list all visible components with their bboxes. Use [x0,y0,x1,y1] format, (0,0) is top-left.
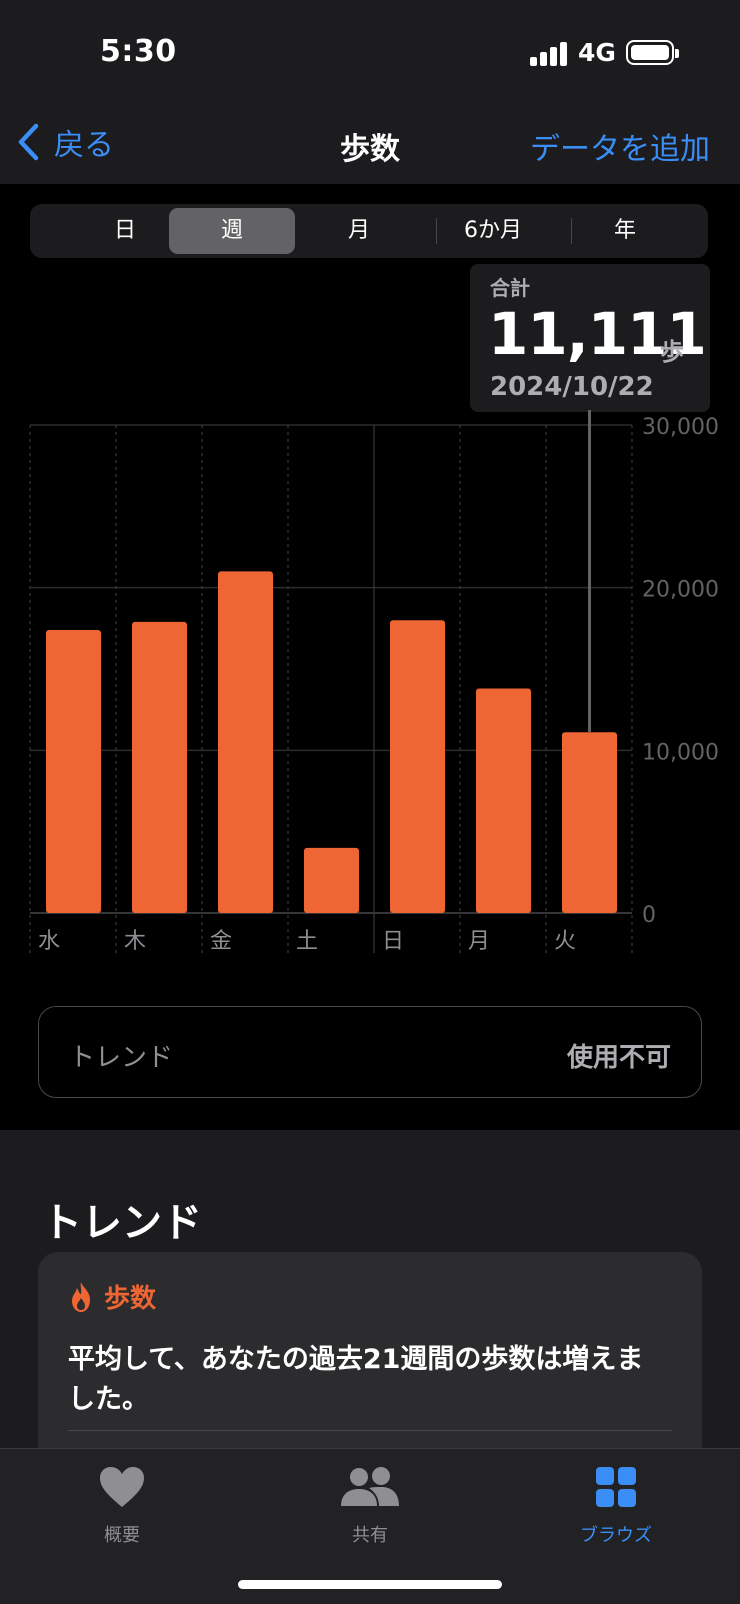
segment-month[interactable]: 月 [296,208,422,254]
bar [304,847,359,913]
steps-bar-chart[interactable]: 0 10,000 20,000 30,000 水 木 金 土 日 月 火 [0,400,740,960]
heart-icon [52,1463,192,1511]
trend-card-category: 歩数 [104,1284,157,1314]
x-tick-label: 日 [382,929,404,954]
x-tick-label: 土 [296,929,318,954]
callout-date: 2024/10/22 [490,372,654,402]
x-tick-label: 水 [38,929,60,954]
x-tick-label: 火 [554,929,576,954]
divider [68,1430,672,1431]
tab-label: ブラウズ [580,1525,652,1546]
section-title: トレンド [42,1200,202,1246]
x-tick-label: 月 [468,929,490,954]
tab-label: 共有 [352,1525,388,1546]
grid-icon [546,1463,686,1511]
segment-year[interactable]: 年 [562,208,688,254]
tab-label: 概要 [104,1525,140,1546]
y-tick-label: 0 [642,903,656,928]
tab-sharing[interactable]: 共有 [300,1463,440,1547]
tab-summary[interactable]: 概要 [52,1463,192,1547]
bar [46,629,101,913]
add-data-button[interactable]: データを追加 [530,124,710,168]
x-tick-label: 木 [124,929,146,954]
trend-row-value: 使用不可 [566,1043,671,1073]
callout-unit: 歩 [660,338,684,366]
navigation-bar: 戻る 歩数 データを追加 [0,100,740,184]
status-time: 5:30 [100,34,177,69]
status-bar: 5:30 4G [0,0,740,100]
cellular-signal-icon [530,42,570,66]
y-tick-label: 10,000 [642,740,719,765]
segment-week[interactable]: 週 [169,208,295,254]
people-icon [300,1463,440,1511]
bar [562,732,617,913]
trend-card-header: 歩数 [68,1278,156,1315]
y-tick-label: 20,000 [642,578,719,603]
bar [218,571,273,913]
battery-icon [626,40,679,65]
tab-browse[interactable]: ブラウズ [546,1463,686,1547]
x-tick-label: 金 [210,929,232,954]
trend-card-text: 平均して、あなたの過去21週間の歩数は増えました。 [68,1344,644,1415]
time-range-segmented-control: 日 週 月 6か月 年 [30,204,708,258]
callout-label: 合計 [490,276,530,300]
trend-row-label: トレンド [69,1043,174,1073]
bar [390,620,445,913]
flame-icon [72,1281,90,1312]
selection-indicator-line [588,410,591,732]
bar [132,621,187,913]
home-indicator [238,1580,502,1589]
trend-row[interactable]: トレンド 使用不可 [38,1006,702,1098]
selection-callout: 合計 11,111 歩 2024/10/22 [470,264,710,412]
bar [476,688,531,913]
y-tick-label: 30,000 [642,415,719,440]
segment-six-months[interactable]: 6か月 [430,208,556,254]
network-type: 4G [578,38,616,67]
